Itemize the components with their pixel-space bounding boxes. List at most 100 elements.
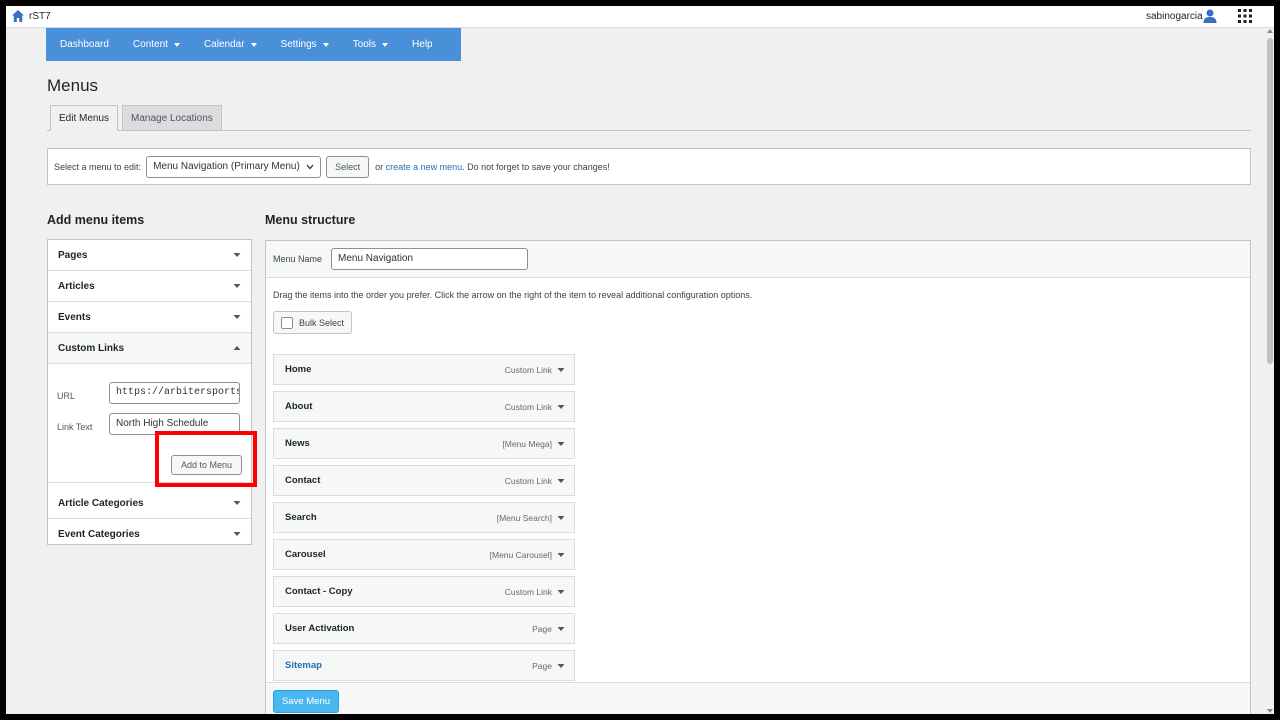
panel-events[interactable]: Events <box>48 302 251 333</box>
add-items-accordion: Pages Articles Events Custom Links URL h… <box>47 239 252 545</box>
drag-instructions: Drag the items into the order you prefer… <box>273 290 753 300</box>
page-title: Menus <box>47 76 99 95</box>
menu-item-type: [Menu Carousel] <box>489 549 552 560</box>
home-icon[interactable] <box>11 9 25 23</box>
menu-structure-panel: Menu Name Menu Navigation Drag the items… <box>265 240 1251 714</box>
menu-item-title: Contact - Copy <box>285 586 353 597</box>
nav-help[interactable]: Help <box>400 28 445 61</box>
bulk-select-toggle[interactable]: Bulk Select <box>273 311 352 334</box>
triangle-down-icon[interactable] <box>557 589 565 595</box>
nav-label: Calendar <box>203 39 245 50</box>
menu-item-title: Sitemap <box>285 660 322 671</box>
panel-label: Articles <box>58 280 95 292</box>
triangle-down-icon[interactable] <box>557 552 565 558</box>
panel-custom-links[interactable]: Custom Links <box>48 333 251 364</box>
nav-calendar[interactable]: Calendar <box>192 28 269 61</box>
menu-name-input[interactable]: Menu Navigation <box>331 248 528 270</box>
site-name[interactable]: rST7 <box>29 11 51 22</box>
link-text-label: Link Text <box>57 422 93 432</box>
menu-structure-title: Menu structure <box>265 213 356 227</box>
chevron-down-icon <box>306 164 314 169</box>
menu-item-contact-copy[interactable]: Contact - Copy Custom Link <box>273 576 575 607</box>
username[interactable]: sabinogarcia <box>1146 11 1203 22</box>
menu-item-contact[interactable]: Contact Custom Link <box>273 465 575 496</box>
save-menu-button[interactable]: Save Menu <box>273 690 339 713</box>
menu-item-search[interactable]: Search [Menu Search] <box>273 502 575 533</box>
triangle-down-icon[interactable] <box>557 367 565 373</box>
menu-item-type: Custom Link <box>504 475 552 486</box>
triangle-down-icon[interactable] <box>557 478 565 484</box>
panel-article-categories[interactable]: Article Categories <box>48 488 251 519</box>
menu-item-title: Home <box>285 364 312 375</box>
triangle-down-icon[interactable] <box>557 515 565 521</box>
menu-item-title: News <box>285 438 310 449</box>
menu-select-dropdown[interactable]: Menu Navigation (Primary Menu) <box>146 155 322 178</box>
menu-item-type: Custom Link <box>504 586 552 597</box>
create-new-menu-link[interactable]: create a new menu <box>386 162 463 172</box>
apps-grid-icon[interactable] <box>1238 9 1252 23</box>
triangle-down-icon <box>233 501 241 505</box>
menu-item-type: Page <box>532 660 552 671</box>
triangle-up-icon <box>233 346 241 350</box>
panel-label: Event Categories <box>58 529 140 540</box>
or-text: or <box>375 161 384 172</box>
tab-manage-locations[interactable]: Manage Locations <box>122 105 222 131</box>
tabs-divider <box>47 130 1251 131</box>
nav-label: Dashboard <box>60 39 109 50</box>
menu-structure-footer: Save Menu <box>266 682 1250 714</box>
nav-dashboard[interactable]: Dashboard <box>48 28 121 61</box>
caret-down-icon <box>250 42 257 47</box>
menu-item-title: Contact <box>285 475 321 486</box>
add-menu-items-title: Add menu items <box>47 213 145 227</box>
menu-item-title: Carousel <box>285 549 326 560</box>
triangle-down-icon[interactable] <box>557 441 565 447</box>
nav-content[interactable]: Content <box>121 28 192 61</box>
menu-item-title: About <box>285 401 313 412</box>
nav-settings[interactable]: Settings <box>269 28 341 61</box>
panel-event-categories[interactable]: Event Categories <box>48 519 251 550</box>
url-input[interactable]: https://arbitersports <box>109 382 240 404</box>
triangle-down-icon[interactable] <box>557 663 565 669</box>
app-window: rST7 sabinogarcia Dashboard Content Cale… <box>6 6 1274 714</box>
select-button[interactable]: Select <box>326 155 370 178</box>
menu-item-news[interactable]: News [Menu Mega] <box>273 428 575 459</box>
menu-item-sitemap[interactable]: Sitemap Page <box>273 650 575 681</box>
highlight-annotation-box <box>155 431 257 487</box>
panel-label: Custom Links <box>58 342 125 354</box>
tab-bar: Edit Menus Manage Locations <box>50 105 226 131</box>
caret-down-icon <box>382 42 389 47</box>
caret-down-icon <box>322 42 329 47</box>
menu-select-value: Menu Navigation (Primary Menu) <box>153 161 300 172</box>
panel-articles[interactable]: Articles <box>48 271 251 302</box>
panel-pages[interactable]: Pages <box>48 240 251 271</box>
menu-item-title: User Activation <box>285 623 355 634</box>
caret-down-icon <box>173 42 180 47</box>
menu-item-home[interactable]: Home Custom Link <box>273 354 575 385</box>
panel-label: Events <box>58 311 91 323</box>
page-scrollbar[interactable] <box>1266 28 1274 714</box>
scroll-down-arrow-icon[interactable] <box>1267 709 1273 713</box>
menu-item-type: Custom Link <box>504 401 552 412</box>
nav-label: Help <box>412 39 433 50</box>
menu-item-title: Search <box>285 512 317 523</box>
nav-tools[interactable]: Tools <box>341 28 400 61</box>
admin-topbar: rST7 sabinogarcia <box>6 6 1274 28</box>
select-menu-prompt: Select a menu to edit: <box>54 161 142 172</box>
menu-item-about[interactable]: About Custom Link <box>273 391 575 422</box>
menu-item-carousel[interactable]: Carousel [Menu Carousel] <box>273 539 575 570</box>
scroll-thumb[interactable] <box>1267 38 1273 364</box>
bulk-select-checkbox[interactable] <box>281 316 293 329</box>
menu-item-type: Page <box>532 623 552 634</box>
nav-label: Settings <box>280 39 317 50</box>
menu-item-user-activation[interactable]: User Activation Page <box>273 613 575 644</box>
scroll-up-arrow-icon[interactable] <box>1267 29 1273 33</box>
triangle-down-icon[interactable] <box>557 404 565 410</box>
tab-edit-menus[interactable]: Edit Menus <box>50 105 119 131</box>
select-menu-hint: or create a new menu. Do not forget to s… <box>375 162 610 172</box>
main-nav: Dashboard Content Calendar Settings Tool… <box>46 28 461 61</box>
triangle-down-icon[interactable] <box>557 626 565 632</box>
menu-name-bar: Menu Name Menu Navigation <box>266 241 1250 278</box>
user-icon[interactable] <box>1203 8 1217 24</box>
select-menu-bar: Select a menu to edit: Menu Navigation (… <box>47 148 1251 185</box>
menu-item-type: [Menu Mega] <box>502 438 552 449</box>
